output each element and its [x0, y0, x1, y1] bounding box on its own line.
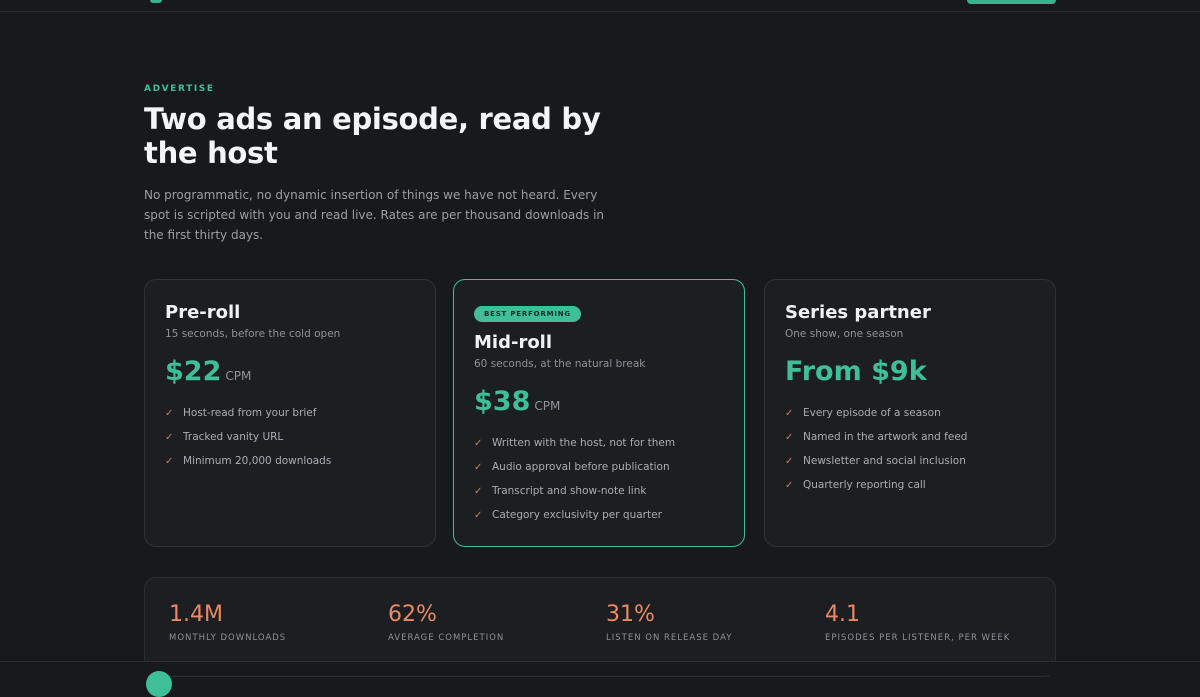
feature-item: ✓ Quarterly reporting call [785, 473, 1035, 497]
stat-label: AVERAGE COMPLETION [388, 633, 505, 643]
feature-text: Quarterly reporting call [803, 479, 926, 491]
check-icon: ✓ [474, 437, 483, 449]
feature-text: Tracked vanity URL [183, 431, 284, 443]
section-eyebrow: ADVERTISE [144, 84, 215, 94]
feature-text: Newsletter and social inclusion [803, 455, 966, 467]
plan-title: Pre-roll [165, 302, 241, 323]
feature-text: Audio approval before publication [492, 461, 670, 473]
logo-icon[interactable] [150, 0, 162, 3]
plan-price: $22 [165, 356, 222, 387]
feature-text: Every episode of a season [803, 407, 941, 419]
check-icon: ✓ [165, 431, 174, 443]
plan-price-unit: CPM [534, 399, 561, 413]
feature-text: Host-read from your brief [183, 407, 317, 419]
plan-subtitle: One show, one season [785, 328, 904, 340]
check-icon: ✓ [785, 479, 794, 491]
check-icon: ✓ [474, 461, 483, 473]
feature-text: Named in the artwork and feed [803, 431, 968, 443]
stat-episodes-per-listener: 4.1 EPISODES PER LISTENER, PER WEEK [825, 602, 1010, 643]
plan-price-unit: CPM [225, 369, 252, 383]
feature-item: ✓ Every episode of a season [785, 401, 1035, 425]
plan-features: ✓ Host-read from your brief ✓ Tracked vani… [165, 401, 415, 473]
bottom-player-bar [0, 661, 1200, 697]
check-icon: ✓ [785, 407, 794, 419]
check-icon: ✓ [785, 455, 794, 467]
check-icon: ✓ [785, 431, 794, 443]
check-icon: ✓ [165, 455, 174, 467]
stat-value: 31% [606, 602, 655, 627]
plan-features: ✓ Every episode of a season ✓ Named in the… [785, 401, 1035, 497]
stat-release-day: 31% LISTEN ON RELEASE DAY [606, 602, 732, 643]
stat-label: MONTHLY DOWNLOADS [169, 633, 287, 643]
plan-features: ✓ Written with the host, not for them ✓ Au… [474, 431, 724, 527]
feature-item: ✓ Minimum 20,000 downloads [165, 449, 415, 473]
stat-label: EPISODES PER LISTENER, PER WEEK [825, 633, 1011, 643]
stat-value: 4.1 [825, 602, 860, 627]
feature-item: ✓ Transcript and show-note link [474, 479, 724, 503]
feature-text: Written with the host, not for them [492, 437, 676, 449]
plan-title: Series partner [785, 302, 931, 323]
plan-card-series-partner[interactable]: Series partner One show, one season From… [764, 279, 1056, 547]
nav-cta-button[interactable] [967, 0, 1056, 4]
plan-subtitle: 15 seconds, before the cold open [165, 328, 341, 340]
feature-text: Transcript and show-note link [492, 485, 647, 497]
check-icon: ✓ [474, 509, 483, 521]
plan-title: Mid-roll [474, 332, 553, 353]
plan-card-mid-roll[interactable]: BEST PERFORMING Mid-roll 60 seconds, at … [453, 279, 745, 547]
check-icon: ✓ [474, 485, 483, 497]
stat-label: LISTEN ON RELEASE DAY [606, 633, 733, 643]
plan-card-pre-roll[interactable]: Pre-roll 15 seconds, before the cold ope… [144, 279, 436, 547]
stat-value: 1.4M [169, 602, 223, 627]
best-performing-badge: BEST PERFORMING [474, 306, 581, 322]
feature-item: ✓ Host-read from your brief [165, 401, 415, 425]
check-icon: ✓ [165, 407, 174, 419]
stat-average-completion: 62% AVERAGE COMPLETION [388, 602, 504, 643]
feature-item: ✓ Tracked vanity URL [165, 425, 415, 449]
top-nav-bar [0, 0, 1200, 12]
plan-price: From $9k [785, 356, 927, 387]
section-headline: Two ads an episode, read by the host [144, 102, 601, 170]
feature-item: ✓ Named in the artwork and feed [785, 425, 1035, 449]
feature-item: ✓ Category exclusivity per quarter [474, 503, 724, 527]
plan-subtitle: 60 seconds, at the natural break [474, 358, 646, 370]
feature-text: Category exclusivity per quarter [492, 509, 662, 521]
stat-value: 62% [388, 602, 437, 627]
stat-monthly-downloads: 1.4M MONTHLY DOWNLOADS [169, 602, 286, 643]
section-intro: No programmatic, no dynamic insertion of… [144, 188, 605, 242]
feature-text: Minimum 20,000 downloads [183, 455, 332, 467]
feature-item: ✓ Written with the host, not for them [474, 431, 724, 455]
plan-price: $38 [474, 386, 531, 417]
feature-item: ✓ Audio approval before publication [474, 455, 724, 479]
feature-item: ✓ Newsletter and social inclusion [785, 449, 1035, 473]
